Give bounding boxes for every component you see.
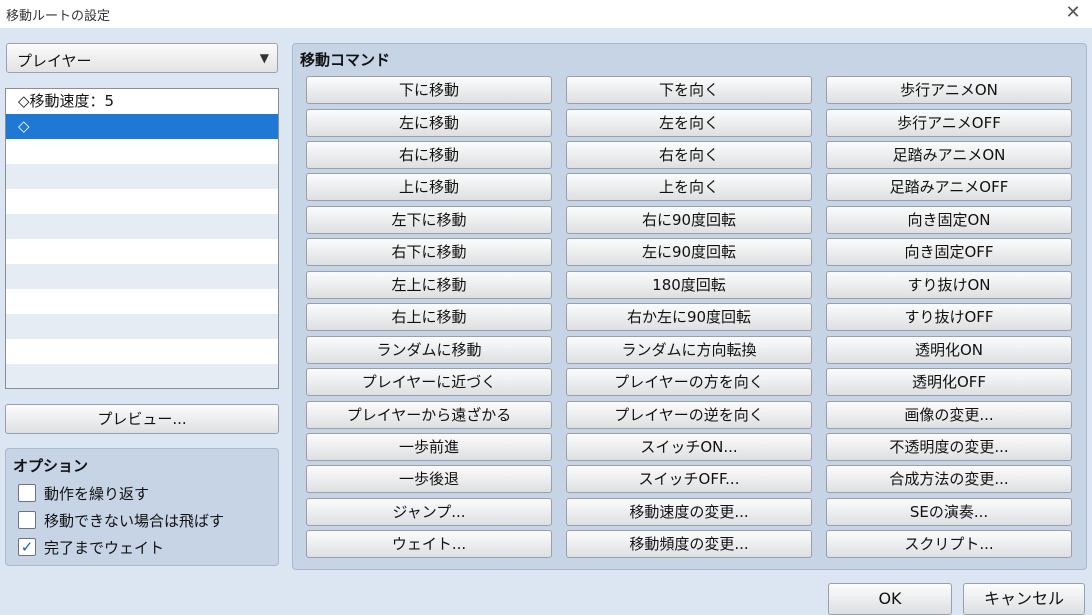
command-button[interactable]: 不透明度の変更... — [826, 433, 1072, 461]
command-button[interactable]: 移動頻度の変更... — [566, 530, 812, 559]
list-item[interactable] — [6, 364, 278, 388]
command-button[interactable]: プレイヤーの方を向く — [566, 368, 812, 397]
command-button[interactable]: 合成方法の変更... — [826, 465, 1072, 494]
list-item[interactable] — [6, 239, 278, 264]
command-button[interactable]: 透明化OFF — [826, 368, 1072, 397]
command-button[interactable]: プレイヤーに近づく — [306, 368, 552, 397]
option-label: 移動できない場合は飛ばす — [44, 512, 225, 530]
checkbox-repeat[interactable] — [18, 484, 36, 502]
list-item[interactable] — [6, 264, 278, 289]
close-icon[interactable]: ✕ — [1062, 2, 1084, 24]
chevron-down-icon: ▼ — [259, 51, 269, 65]
command-button[interactable]: ランダムに方向転換 — [566, 335, 812, 364]
list-item[interactable] — [6, 164, 278, 189]
checkbox-skip[interactable] — [18, 511, 36, 529]
command-button[interactable]: 歩行アニメOFF — [826, 108, 1072, 137]
ok-button[interactable]: OK — [828, 583, 952, 615]
target-dropdown[interactable]: プレイヤー ▼ — [6, 43, 278, 73]
command-button[interactable]: 下を向く — [566, 76, 812, 104]
window-title: 移動ルートの設定 — [6, 9, 111, 24]
command-button[interactable]: すり抜けON — [826, 270, 1072, 299]
command-button[interactable]: 足踏みアニメON — [826, 140, 1072, 169]
option-label: 動作を繰り返す — [44, 485, 150, 503]
command-button[interactable]: スクリプト... — [826, 530, 1072, 559]
command-button[interactable]: 右か左に90度回転 — [566, 303, 812, 332]
command-button[interactable]: 向き固定ON — [826, 205, 1072, 234]
command-button[interactable]: プレイヤーから遠ざかる — [306, 400, 552, 429]
command-button[interactable]: プレイヤーの逆を向く — [566, 400, 812, 429]
cancel-button[interactable]: キャンセル — [963, 583, 1085, 615]
command-button[interactable]: 右に90度回転 — [566, 205, 812, 234]
command-button[interactable]: 左上に移動 — [306, 270, 552, 299]
command-button[interactable]: 右上に移動 — [306, 303, 552, 332]
command-button[interactable]: 歩行アニメON — [826, 76, 1072, 104]
list-item[interactable] — [6, 214, 278, 239]
command-button[interactable]: 上を向く — [566, 173, 812, 202]
command-button[interactable]: 右を向く — [566, 140, 812, 169]
command-button[interactable]: 一歩前進 — [306, 433, 552, 461]
option-label: 完了までウェイト — [44, 539, 165, 557]
command-button[interactable]: ジャンプ... — [306, 497, 552, 526]
command-button[interactable]: スイッチON... — [566, 433, 812, 461]
command-button[interactable]: SEの演奏... — [826, 497, 1072, 526]
command-button[interactable]: 上に移動 — [306, 173, 552, 202]
command-button[interactable]: ランダムに移動 — [306, 335, 552, 364]
list-item[interactable] — [6, 139, 278, 164]
target-dropdown-value: プレイヤー — [17, 52, 92, 70]
command-button[interactable]: 足踏みアニメOFF — [826, 173, 1072, 202]
list-item[interactable] — [6, 189, 278, 214]
route-list[interactable]: ◇移動速度：5 ◇ — [5, 88, 279, 389]
command-button[interactable]: スイッチOFF... — [566, 465, 812, 494]
list-item[interactable] — [6, 289, 278, 314]
command-button[interactable]: 180度回転 — [566, 270, 812, 299]
command-button[interactable]: 一歩後退 — [306, 465, 552, 494]
list-item[interactable]: ◇ — [6, 114, 278, 139]
list-item[interactable] — [6, 314, 278, 339]
list-item[interactable] — [6, 339, 278, 364]
checkbox-wait[interactable]: ✓ — [18, 538, 36, 556]
title-bar: 移動ルートの設定 ✕ — [0, 0, 1092, 28]
options-panel: オプション 動作を繰り返す 移動できない場合は飛ばす ✓ 完了までウェイト — [5, 448, 279, 566]
command-button[interactable]: 移動速度の変更... — [566, 497, 812, 526]
command-button[interactable]: 左を向く — [566, 108, 812, 137]
command-button[interactable]: 右に移動 — [306, 140, 552, 169]
preview-button[interactable]: プレビュー... — [5, 404, 279, 434]
command-button[interactable]: ウェイト... — [306, 530, 552, 559]
command-button[interactable]: 左下に移動 — [306, 205, 552, 234]
list-item[interactable]: ◇移動速度：5 — [6, 89, 278, 114]
command-grid: 下に移動 左に移動 右に移動 上に移動 左下に移動 右下に移動 左上に移動 右上に移動 ランダム… — [293, 44, 1086, 569]
command-button[interactable]: 左に移動 — [306, 108, 552, 137]
options-heading: オプション — [13, 457, 89, 475]
command-button[interactable]: すり抜けOFF — [826, 303, 1072, 332]
command-button[interactable]: 右下に移動 — [306, 238, 552, 267]
command-button[interactable]: 向き固定OFF — [826, 238, 1072, 267]
command-button[interactable]: 透明化ON — [826, 335, 1072, 364]
command-button[interactable]: 画像の変更... — [826, 400, 1072, 429]
commands-panel: 移動コマンド 下に移動 左に移動 右に移動 上に移動 左下に移動 右下に移動 左上に移動 右上… — [292, 43, 1087, 570]
command-button[interactable]: 左に90度回転 — [566, 238, 812, 267]
command-button[interactable]: 下に移動 — [306, 76, 552, 104]
